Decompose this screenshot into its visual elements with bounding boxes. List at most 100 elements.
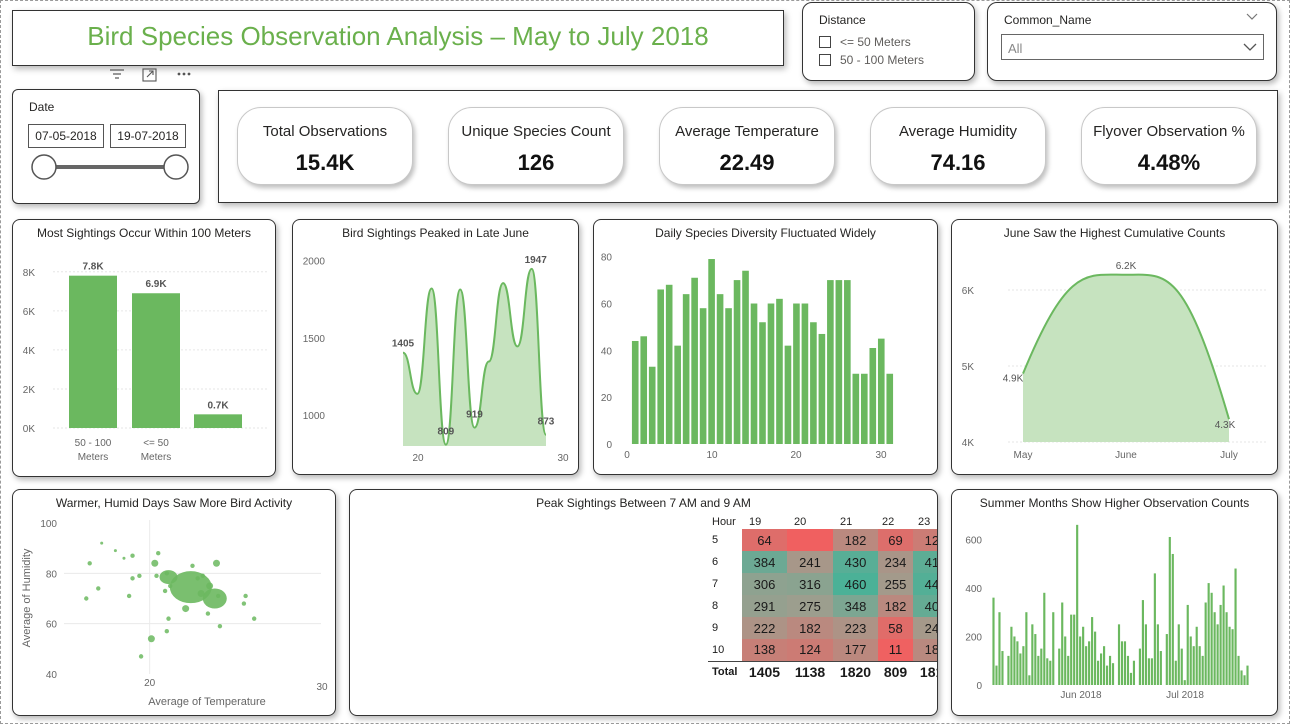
x-tick-label: Jul 2018	[1166, 690, 1204, 701]
seasonal-bar-chart[interactable]: Summer Months Show Higher Observation Co…	[951, 489, 1278, 716]
data-label: 873	[538, 417, 555, 428]
heatmap-row: 922218222358247152138259267173952016	[708, 617, 937, 639]
y-tick-label: 60	[46, 620, 58, 631]
heatmap-cell[interactable]: 440	[913, 573, 937, 595]
end-date-input[interactable]: 19-07-2018	[110, 124, 186, 148]
scatter-point	[100, 541, 104, 545]
x-tick-label: 0	[624, 450, 630, 461]
scatter-point	[138, 654, 144, 659]
bar	[1126, 655, 1130, 685]
common-name-dropdown[interactable]: All	[1001, 34, 1264, 60]
bar	[1105, 665, 1109, 685]
heatmap-cell[interactable]: 182	[878, 595, 913, 617]
report-title: Bird Species Observation Analysis – May …	[87, 21, 709, 51]
distance-option-50-100[interactable]: 50 - 100 Meters	[819, 53, 924, 67]
kpi-total-observations: Total Observations 15.4K	[237, 107, 413, 185]
bar	[1156, 624, 1159, 685]
bar	[793, 303, 800, 444]
bar	[733, 280, 741, 444]
heatmap-cell[interactable]: 255	[878, 573, 913, 595]
heatmap-cell[interactable]	[787, 529, 833, 551]
bar	[1016, 641, 1019, 685]
distance-bar-svg: 0K 2K 4K 6K 8K 7.8K 50 - 100 Meters 6.9K <= 50 Met…	[23, 262, 269, 463]
heatmap-cell[interactable]: 177	[833, 639, 878, 661]
monthly-area-chart[interactable]: June Saw the Highest Cumulative Counts 4…	[951, 219, 1278, 475]
start-date-input[interactable]: 07-05-2018	[28, 124, 104, 148]
checkbox-icon[interactable]	[819, 36, 831, 48]
bar	[1058, 648, 1061, 685]
heatmap-cell[interactable]: 183	[913, 639, 937, 661]
heatmap-cell[interactable]: 275	[787, 595, 833, 617]
focus-mode-icon[interactable]	[142, 68, 157, 82]
x-tick-label: 20	[412, 453, 424, 464]
checkbox-icon[interactable]	[819, 54, 831, 66]
bar	[1177, 624, 1180, 685]
temp-humidity-scatter[interactable]: Warmer, Humid Days Saw More Bird Activit…	[12, 489, 336, 716]
heatmap-cell[interactable]: 69	[878, 529, 913, 551]
date-range-slider[interactable]	[25, 152, 195, 186]
heatmap-cell[interactable]: 306	[742, 573, 787, 595]
bar	[1037, 655, 1040, 685]
y-tick-label: 600	[965, 535, 982, 546]
data-label: 4.9K	[1003, 374, 1024, 385]
heatmap-cell[interactable]: 291	[742, 595, 787, 617]
heatmap-cell[interactable]: 348	[833, 595, 878, 617]
kpi-label: Average Humidity	[898, 123, 1018, 140]
bar	[1231, 629, 1234, 685]
hourly-heatmap-matrix[interactable]: Peak Sightings Between 7 AM and 9 AM Hou…	[349, 489, 938, 716]
heatmap-cell[interactable]: 430	[833, 551, 878, 573]
heatmap-cell[interactable]: 241	[787, 551, 833, 573]
bar	[1171, 553, 1174, 685]
scatter-point	[205, 611, 211, 616]
distance-option-le-50[interactable]: <= 50 Meters	[819, 35, 924, 49]
slider-start-handle[interactable]	[31, 154, 57, 180]
daily-sightings-area-chart[interactable]: Bird Sightings Peaked in Late June 1000 1…	[292, 219, 579, 475]
heatmap-cell[interactable]: 460	[833, 573, 878, 595]
heatmap-cell[interactable]: 316	[787, 573, 833, 595]
heatmap-cell[interactable]: 64	[742, 529, 787, 551]
kpi-average-temperature: Average Temperature 22.49	[659, 107, 835, 185]
report-title-card: Bird Species Observation Analysis – May …	[12, 10, 784, 66]
heatmap-cell[interactable]: 247	[913, 617, 937, 639]
heatmap-cell[interactable]: 182	[787, 617, 833, 639]
chevron-down-icon	[1243, 43, 1257, 51]
heatmap-cell[interactable]: 124	[787, 639, 833, 661]
kpi-label: Flyover Observation %	[1093, 123, 1245, 140]
species-diversity-bar-chart[interactable]: Daily Species Diversity Fluctuated Widel…	[593, 219, 938, 475]
bar	[1070, 614, 1073, 685]
bar	[998, 612, 1001, 685]
bar	[1198, 646, 1201, 685]
heatmap-cell[interactable]: 223	[833, 617, 878, 639]
y-tick-label: 40	[601, 346, 613, 357]
filter-icon[interactable]	[110, 69, 124, 79]
heatmap-cell[interactable]: 182	[833, 529, 878, 551]
heatmap-cell[interactable]: 234	[878, 551, 913, 573]
bar	[691, 277, 698, 444]
heatmap-cell[interactable]: 222	[742, 617, 787, 639]
more-options-icon[interactable]	[177, 72, 191, 76]
bar	[1210, 592, 1213, 685]
row-label: 6	[712, 556, 719, 568]
heatmap-cell[interactable]: 138	[742, 639, 787, 661]
bar	[1102, 646, 1106, 685]
scatter-point	[137, 573, 142, 579]
heatmap-cell[interactable]: 58	[878, 617, 913, 639]
heatmap-cell[interactable]: 400	[913, 595, 937, 617]
kpi-average-humidity: Average Humidity 74.16	[870, 107, 1046, 185]
heatmap-cell[interactable]: 11	[878, 639, 913, 661]
bar	[1192, 646, 1195, 685]
bar	[1052, 612, 1055, 685]
chevron-down-icon[interactable]	[1246, 13, 1258, 21]
heatmap-row: 564182691261051481501152121171288	[708, 529, 937, 551]
distance-bar-chart[interactable]: Most Sightings Occur Within 100 Meters 0…	[12, 219, 276, 477]
y-tick-label: 0K	[23, 424, 36, 435]
bar	[1222, 585, 1225, 685]
bar	[1034, 634, 1037, 685]
x-tick-label: Meters	[141, 452, 172, 463]
heatmap-cell[interactable]: 384	[742, 551, 787, 573]
heatmap-cell[interactable]: 126	[913, 529, 937, 551]
scatter-point	[84, 596, 89, 601]
heatmap-cell[interactable]: 418	[913, 551, 937, 573]
slider-end-handle[interactable]	[163, 154, 189, 180]
y-tick-label: 200	[965, 632, 982, 643]
